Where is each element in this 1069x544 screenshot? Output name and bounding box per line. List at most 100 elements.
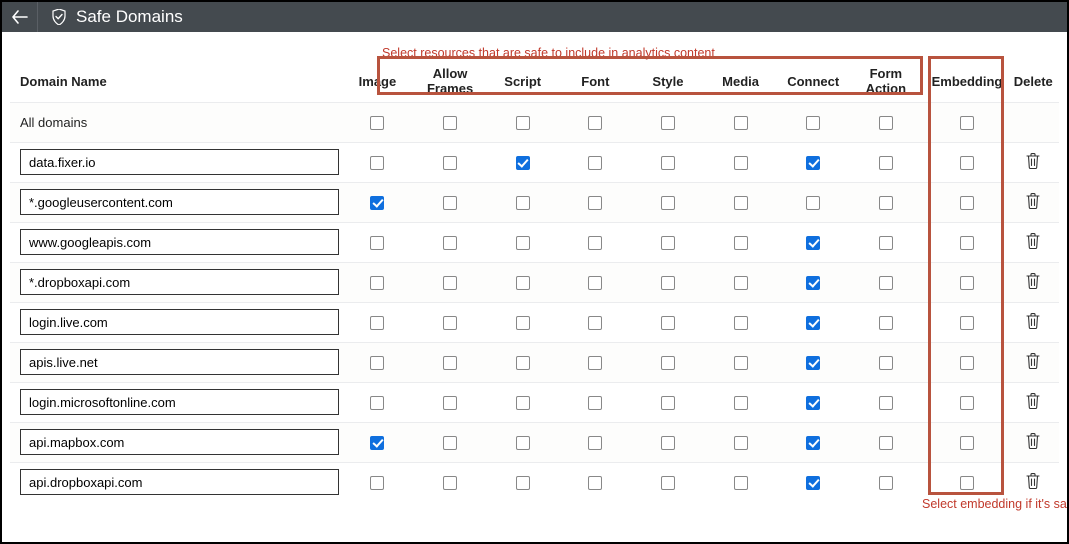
embedding-checkbox[interactable] <box>960 356 974 370</box>
media-checkbox[interactable] <box>734 476 748 490</box>
font-checkbox[interactable] <box>588 196 602 210</box>
image-checkbox[interactable] <box>370 396 384 410</box>
media-checkbox[interactable] <box>734 316 748 330</box>
style-checkbox[interactable] <box>661 396 675 410</box>
embedding-checkbox[interactable] <box>960 116 974 130</box>
image-checkbox[interactable] <box>370 156 384 170</box>
form-action-checkbox[interactable] <box>879 156 893 170</box>
delete-button[interactable] <box>1026 193 1040 209</box>
style-checkbox[interactable] <box>661 116 675 130</box>
embedding-checkbox[interactable] <box>960 396 974 410</box>
media-checkbox[interactable] <box>734 116 748 130</box>
style-checkbox[interactable] <box>661 356 675 370</box>
image-checkbox[interactable] <box>370 196 384 210</box>
image-checkbox[interactable] <box>370 476 384 490</box>
domain-name-input[interactable] <box>20 469 339 495</box>
allow-frames-checkbox[interactable] <box>443 156 457 170</box>
embedding-checkbox[interactable] <box>960 196 974 210</box>
delete-button[interactable] <box>1026 313 1040 329</box>
form-action-checkbox[interactable] <box>879 236 893 250</box>
connect-checkbox[interactable] <box>806 396 820 410</box>
font-checkbox[interactable] <box>588 156 602 170</box>
font-checkbox[interactable] <box>588 436 602 450</box>
allow-frames-checkbox[interactable] <box>443 116 457 130</box>
connect-checkbox[interactable] <box>806 436 820 450</box>
font-checkbox[interactable] <box>588 356 602 370</box>
embedding-checkbox[interactable] <box>960 436 974 450</box>
style-checkbox[interactable] <box>661 196 675 210</box>
domain-name-input[interactable] <box>20 389 339 415</box>
image-checkbox[interactable] <box>370 436 384 450</box>
connect-checkbox[interactable] <box>806 316 820 330</box>
image-checkbox[interactable] <box>370 356 384 370</box>
media-checkbox[interactable] <box>734 156 748 170</box>
domain-name-input[interactable] <box>20 309 339 335</box>
script-checkbox[interactable] <box>516 196 530 210</box>
embedding-checkbox[interactable] <box>960 476 974 490</box>
allow-frames-checkbox[interactable] <box>443 476 457 490</box>
font-checkbox[interactable] <box>588 236 602 250</box>
connect-checkbox[interactable] <box>806 196 820 210</box>
image-checkbox[interactable] <box>370 276 384 290</box>
script-checkbox[interactable] <box>516 236 530 250</box>
allow-frames-checkbox[interactable] <box>443 396 457 410</box>
domain-name-input[interactable] <box>20 229 339 255</box>
script-checkbox[interactable] <box>516 356 530 370</box>
style-checkbox[interactable] <box>661 156 675 170</box>
connect-checkbox[interactable] <box>806 156 820 170</box>
allow-frames-checkbox[interactable] <box>443 276 457 290</box>
style-checkbox[interactable] <box>661 276 675 290</box>
script-checkbox[interactable] <box>516 316 530 330</box>
embedding-checkbox[interactable] <box>960 316 974 330</box>
form-action-checkbox[interactable] <box>879 436 893 450</box>
form-action-checkbox[interactable] <box>879 356 893 370</box>
connect-checkbox[interactable] <box>806 236 820 250</box>
embedding-checkbox[interactable] <box>960 276 974 290</box>
form-action-checkbox[interactable] <box>879 196 893 210</box>
connect-checkbox[interactable] <box>806 116 820 130</box>
delete-button[interactable] <box>1026 233 1040 249</box>
connect-checkbox[interactable] <box>806 276 820 290</box>
style-checkbox[interactable] <box>661 436 675 450</box>
script-checkbox[interactable] <box>516 116 530 130</box>
embedding-checkbox[interactable] <box>960 156 974 170</box>
style-checkbox[interactable] <box>661 476 675 490</box>
delete-button[interactable] <box>1026 393 1040 409</box>
script-checkbox[interactable] <box>516 276 530 290</box>
media-checkbox[interactable] <box>734 356 748 370</box>
font-checkbox[interactable] <box>588 116 602 130</box>
media-checkbox[interactable] <box>734 436 748 450</box>
domain-name-input[interactable] <box>20 149 339 175</box>
domain-name-input[interactable] <box>20 429 339 455</box>
media-checkbox[interactable] <box>734 396 748 410</box>
media-checkbox[interactable] <box>734 236 748 250</box>
allow-frames-checkbox[interactable] <box>443 236 457 250</box>
font-checkbox[interactable] <box>588 316 602 330</box>
allow-frames-checkbox[interactable] <box>443 436 457 450</box>
font-checkbox[interactable] <box>588 396 602 410</box>
font-checkbox[interactable] <box>588 476 602 490</box>
style-checkbox[interactable] <box>661 316 675 330</box>
domain-name-input[interactable] <box>20 189 339 215</box>
image-checkbox[interactable] <box>370 236 384 250</box>
embedding-checkbox[interactable] <box>960 236 974 250</box>
font-checkbox[interactable] <box>588 276 602 290</box>
connect-checkbox[interactable] <box>806 356 820 370</box>
form-action-checkbox[interactable] <box>879 476 893 490</box>
form-action-checkbox[interactable] <box>879 116 893 130</box>
form-action-checkbox[interactable] <box>879 396 893 410</box>
script-checkbox[interactable] <box>516 476 530 490</box>
image-checkbox[interactable] <box>370 316 384 330</box>
delete-button[interactable] <box>1026 433 1040 449</box>
back-button[interactable] <box>2 2 38 32</box>
script-checkbox[interactable] <box>516 436 530 450</box>
delete-button[interactable] <box>1026 153 1040 169</box>
media-checkbox[interactable] <box>734 276 748 290</box>
domain-name-input[interactable] <box>20 349 339 375</box>
delete-button[interactable] <box>1026 273 1040 289</box>
form-action-checkbox[interactable] <box>879 276 893 290</box>
connect-checkbox[interactable] <box>806 476 820 490</box>
script-checkbox[interactable] <box>516 156 530 170</box>
domain-name-input[interactable] <box>20 269 339 295</box>
image-checkbox[interactable] <box>370 116 384 130</box>
